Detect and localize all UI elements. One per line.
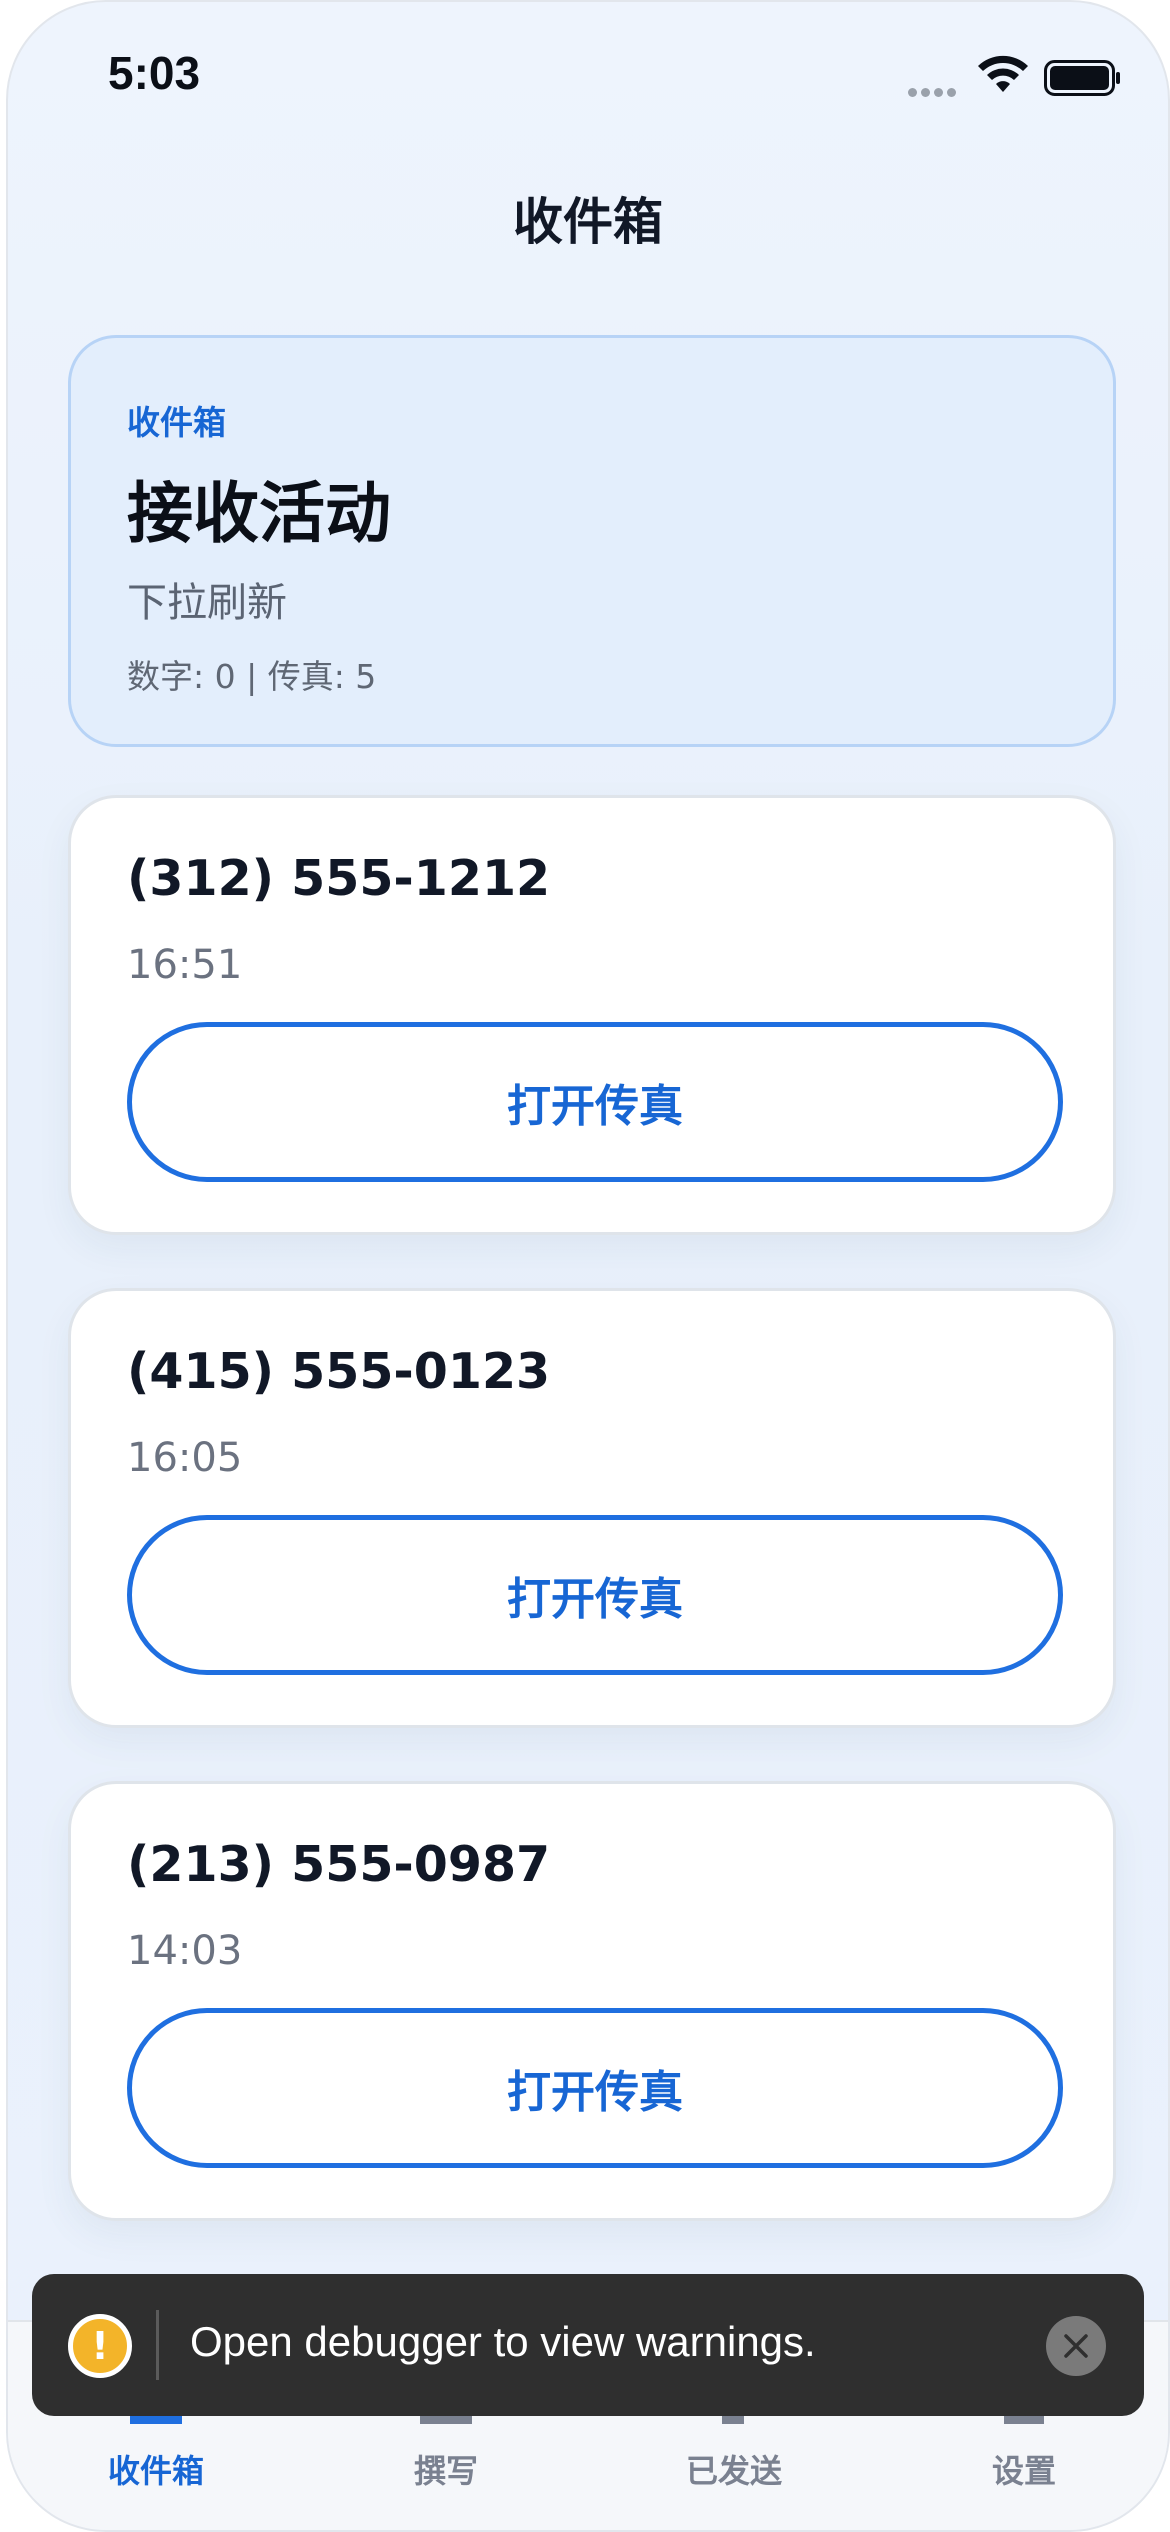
cellular-signal-icon bbox=[908, 82, 960, 97]
fax-time: 14:03 bbox=[127, 1928, 243, 1974]
page-title: 收件箱 bbox=[513, 193, 663, 251]
toast-message: Open debugger to view warnings. bbox=[190, 2318, 816, 2365]
tab-inbox[interactable]: 收件箱 bbox=[56, 2446, 256, 2492]
tab-compose[interactable]: 撰写 bbox=[346, 2446, 546, 2492]
close-x-icon bbox=[1064, 2334, 1088, 2358]
debugger-warning-toast[interactable]: ! Open debugger to view warnings. bbox=[32, 2274, 1144, 2416]
fax-number: (312) 555-1212 bbox=[127, 850, 551, 907]
status-time: 5:03 bbox=[108, 47, 201, 99]
wifi-icon bbox=[978, 55, 1028, 92]
hero-stats: 数字: 0 | 传真: 5 bbox=[127, 657, 377, 696]
fax-time: 16:51 bbox=[127, 942, 243, 988]
status-bar: 5:03 bbox=[8, 2, 1168, 142]
warning-icon: ! bbox=[68, 2314, 132, 2378]
fax-card: (415) 555-0123 16:05 打开传真 bbox=[68, 1288, 1116, 1728]
tab-settings[interactable]: 设置 bbox=[924, 2446, 1124, 2492]
fax-card: (312) 555-1212 16:51 打开传真 bbox=[68, 795, 1116, 1235]
hero-kicker: 收件箱 bbox=[127, 403, 226, 442]
close-icon[interactable] bbox=[1046, 2316, 1106, 2376]
fax-time: 16:05 bbox=[127, 1435, 243, 1481]
hero-subtitle: 下拉刷新 bbox=[127, 580, 287, 626]
activity-summary-card[interactable]: 收件箱 接收活动 下拉刷新 数字: 0 | 传真: 5 bbox=[68, 335, 1116, 747]
fax-card: (213) 555-0987 14:03 打开传真 bbox=[68, 1781, 1116, 2221]
open-fax-button[interactable]: 打开传真 bbox=[127, 1022, 1063, 1182]
phone-screen: 5:03 收件箱 收件箱 接收活动 下拉刷新 数字: 0 | 传真: 5 (31… bbox=[6, 0, 1170, 2532]
open-fax-button[interactable]: 打开传真 bbox=[127, 2008, 1063, 2168]
tab-sent[interactable]: 已发送 bbox=[634, 2446, 834, 2492]
open-fax-button[interactable]: 打开传真 bbox=[127, 1515, 1063, 1675]
hero-title: 接收活动 bbox=[127, 475, 391, 552]
fax-number: (213) 555-0987 bbox=[127, 1836, 551, 1893]
toast-divider bbox=[156, 2310, 159, 2380]
fax-number: (415) 555-0123 bbox=[127, 1343, 551, 1400]
battery-icon bbox=[1044, 60, 1120, 96]
